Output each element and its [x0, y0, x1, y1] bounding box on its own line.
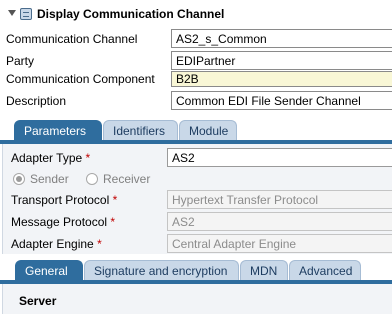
transport-protocol-label: Transport Protocol * — [11, 193, 118, 207]
main-tabbar: Parameters Identifiers Module — [0, 120, 392, 140]
tab-mdn[interactable]: MDN — [240, 260, 288, 280]
communication-component-field[interactable]: B2B — [171, 71, 392, 87]
communication-channel-editor: Display Communication Channel Communicat… — [0, 0, 392, 314]
party-label: Party — [6, 54, 35, 68]
direction-row: Sender Receiver — [3, 170, 392, 192]
message-protocol-row: Message Protocol * AS2 — [3, 212, 392, 234]
receiver-radio[interactable]: Receiver — [86, 172, 166, 187]
channel-icon — [20, 8, 32, 20]
tab-general[interactable]: General — [15, 260, 83, 280]
message-protocol-label: Message Protocol * — [11, 215, 116, 229]
tab-parameters[interactable]: Parameters — [14, 120, 102, 140]
title-bar: Display Communication Channel — [0, 6, 392, 24]
header-row-description: Description Common EDI File Sender Chann… — [0, 91, 392, 113]
adapter-engine-row: Adapter Engine * Central Adapter Engine — [3, 234, 392, 256]
transport-protocol-row: Transport Protocol * Hypertext Transfer … — [3, 190, 392, 212]
tab-signature-and-encryption[interactable]: Signature and encryption — [84, 260, 239, 280]
tab-identifiers[interactable]: Identifiers — [103, 120, 178, 140]
general-panel: Server — [2, 284, 392, 314]
sub-tabbar: General Signature and encryption MDN Adv… — [0, 260, 392, 280]
tab-advanced[interactable]: Advanced — [289, 260, 361, 280]
header-row-communication-component: Communication Component B2B — [0, 69, 392, 91]
adapter-engine-field[interactable]: Central Adapter Engine — [167, 234, 392, 253]
sender-radio-label: Sender — [30, 172, 69, 186]
description-label: Description — [6, 94, 67, 108]
adapter-type-row: Adapter Type * AS2 — [3, 148, 392, 170]
communication-component-label: Communication Component — [6, 72, 155, 86]
page-title: Display Communication Channel — [37, 7, 225, 21]
server-section-title: Server — [19, 294, 57, 308]
description-field[interactable]: Common EDI File Sender Channel — [171, 91, 392, 110]
adapter-type-label: Adapter Type * — [11, 151, 91, 165]
adapter-type-field[interactable]: AS2 — [167, 148, 392, 167]
parameters-panel: Adapter Type * AS2 Sender Receiver Trans… — [2, 144, 392, 254]
communication-channel-field[interactable]: AS2_s_Common — [171, 29, 392, 48]
sender-radio[interactable]: Sender — [13, 172, 83, 187]
sender-radio-circle[interactable] — [13, 173, 25, 185]
header-row-communication-channel: Communication Channel AS2_s_Common — [0, 29, 392, 51]
party-field[interactable]: EDIPartner — [171, 51, 392, 70]
adapter-engine-label: Adapter Engine * — [11, 237, 102, 251]
transport-protocol-field[interactable]: Hypertext Transfer Protocol — [167, 190, 392, 209]
receiver-radio-circle[interactable] — [86, 173, 98, 185]
tab-module[interactable]: Module — [179, 120, 237, 140]
message-protocol-field[interactable]: AS2 — [167, 212, 392, 231]
receiver-radio-label: Receiver — [103, 172, 151, 186]
collapse-caret-icon[interactable] — [8, 10, 16, 16]
communication-channel-label: Communication Channel — [6, 32, 138, 46]
